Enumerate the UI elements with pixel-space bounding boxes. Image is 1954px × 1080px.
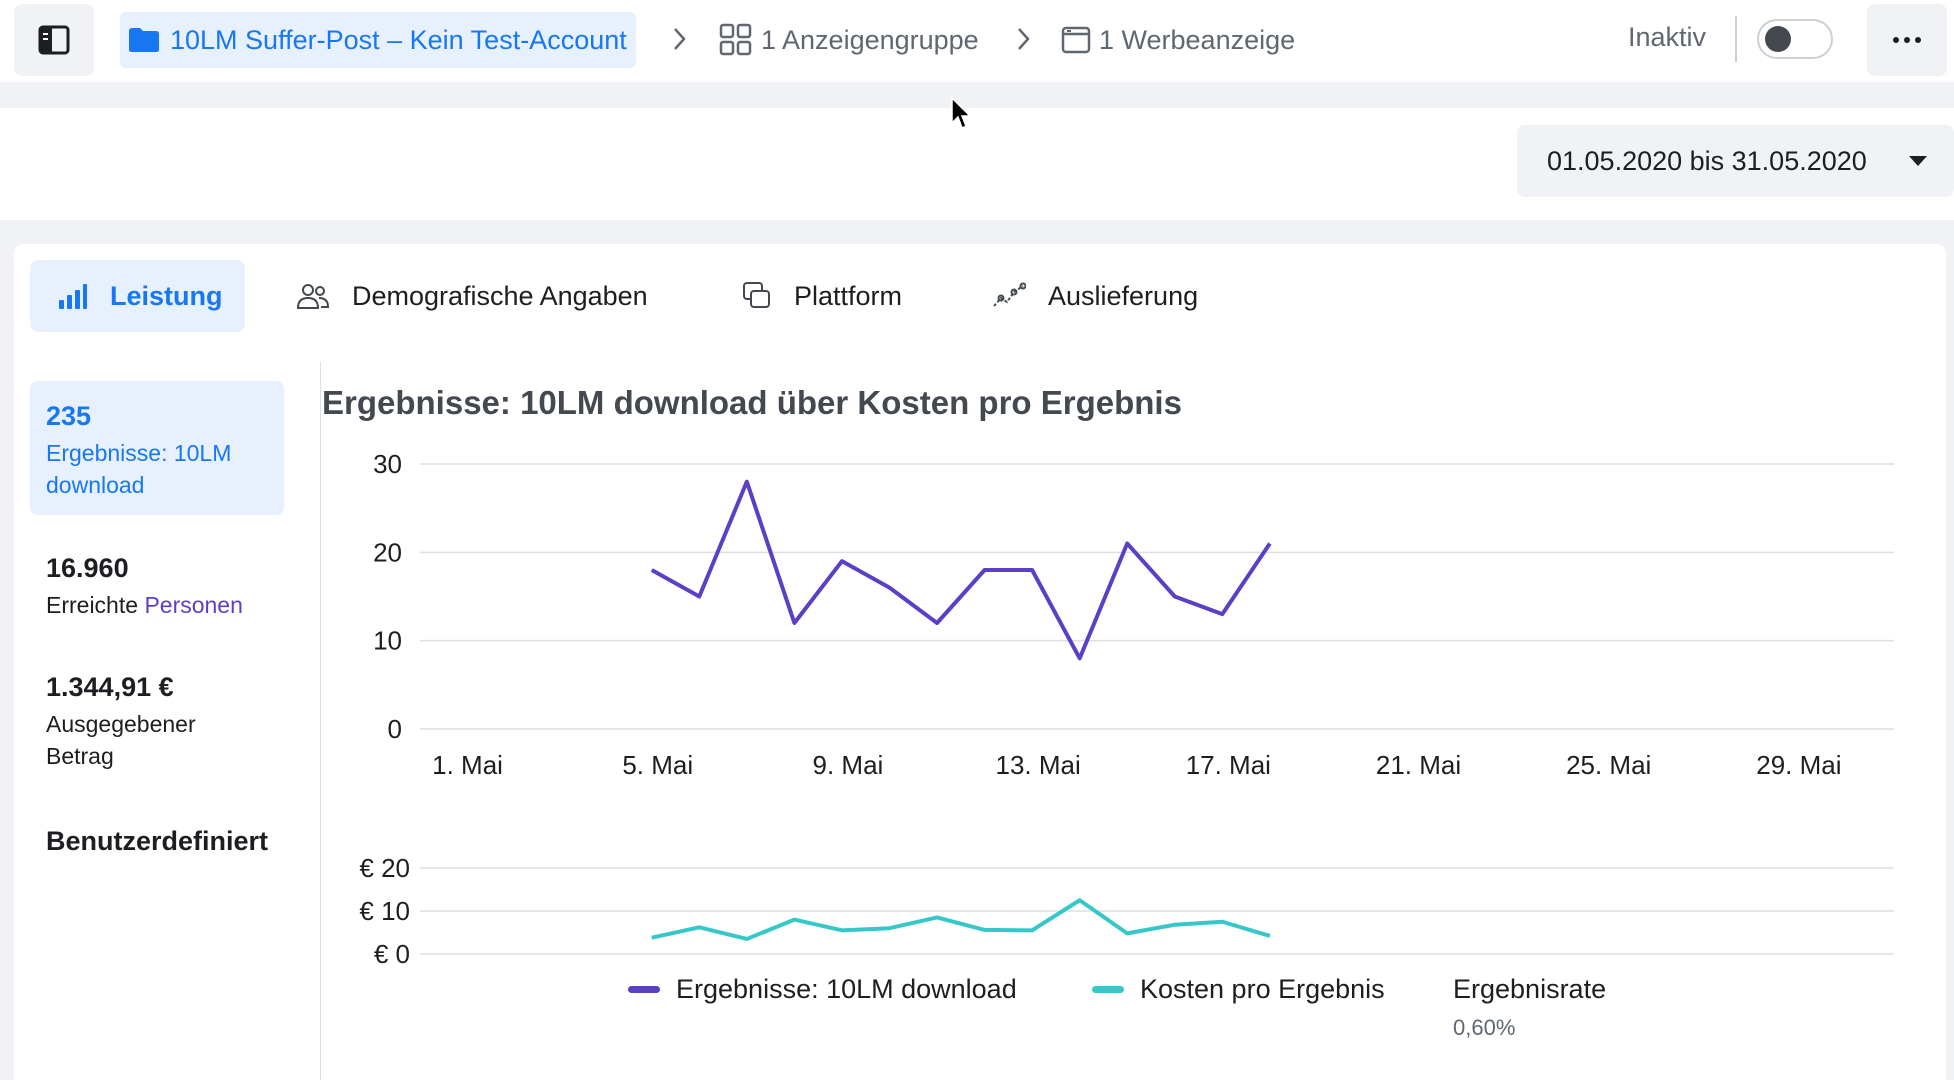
active-toggle[interactable]: [1757, 19, 1833, 59]
status-label: Inaktiv: [1628, 22, 1707, 52]
people-icon: [296, 284, 330, 309]
x-tick-label: 25. Mai: [1566, 750, 1651, 780]
legend-results: Ergebnisse: 10LM download: [628, 974, 1017, 1005]
legend-cost-label: Kosten pro Ergebnis: [1140, 974, 1385, 1004]
chevron-right-icon: [1018, 28, 1030, 50]
divider: [1735, 16, 1737, 62]
delivery-icon: [993, 282, 1026, 307]
x-tick-label: 21. Mai: [1376, 750, 1461, 780]
more-options-button[interactable]: [1867, 4, 1947, 76]
tab-leistung[interactable]: Leistung: [30, 260, 245, 332]
tab-label: Leistung: [110, 280, 223, 311]
metric-reach-value: 16.960: [46, 553, 129, 583]
x-tick-label: 1. Mai: [432, 750, 503, 780]
y-tick-label: € 20: [359, 853, 410, 883]
legend-swatch: [1092, 986, 1124, 993]
y-tick-label: 30: [373, 449, 402, 479]
x-tick-label: 5. Mai: [622, 750, 693, 780]
metric-custom-button[interactable]: Benutzerdefiniert: [46, 826, 268, 857]
sidebar-toggle-button[interactable]: [14, 4, 94, 76]
x-tick-label: 29. Mai: [1756, 750, 1841, 780]
result-rate-label: Ergebnisrate: [1453, 974, 1607, 1004]
metric-spend-value: 1.344,91 €: [46, 672, 174, 702]
platform-icon: [743, 282, 770, 308]
date-range-label: 01.05.2020 bis 31.05.2020: [1547, 145, 1867, 176]
tab-auslieferung[interactable]: Auslieferung: [992, 260, 1198, 332]
x-tick-label: 13. Mai: [995, 750, 1080, 780]
legend-swatch: [628, 986, 660, 993]
cost-series-line: [651, 898, 1271, 941]
y-tick-label: 0: [388, 714, 402, 744]
breadcrumb-campaign[interactable]: 10LM Suffer-Post – Kein Test-Account: [120, 12, 636, 68]
chart-title: Ergebnisse: 10LM download über Kosten pr…: [322, 384, 1182, 421]
tab-label: Auslieferung: [1048, 280, 1199, 311]
chevron-right-icon: [674, 28, 686, 50]
more-dots-icon: [1893, 37, 1921, 43]
tab-demografische-angaben[interactable]: Demografische Angaben: [296, 260, 648, 332]
y-tick-label: 20: [373, 537, 402, 567]
folder-icon: [129, 28, 159, 52]
metric-spend-label: Ausgegebener Betrag: [46, 711, 196, 769]
y-tick-label: 10: [373, 626, 402, 656]
results-series-line: [650, 479, 1272, 661]
insights-card: Leistung Demografische Angaben Plattform…: [14, 244, 1946, 1080]
breadcrumb-ad[interactable]: 1 Werbeanzeige: [1061, 12, 1295, 68]
bar-chart-icon: [59, 284, 87, 309]
x-tick-label: 9. Mai: [813, 750, 884, 780]
caret-down-icon: [1909, 156, 1927, 166]
y-tick-label: € 10: [359, 896, 410, 926]
breadcrumb-campaign-label: 10LM Suffer-Post – Kein Test-Account: [170, 24, 627, 55]
metric-results-value: 235: [46, 401, 92, 431]
x-tick-label: 17. Mai: [1186, 750, 1271, 780]
result-rate-value: 0,60%: [1453, 1015, 1516, 1040]
metric-reach-label[interactable]: Erreichte Personen: [46, 589, 243, 621]
top-bar: 10LM Suffer-Post – Kein Test-Account 1 A…: [0, 0, 1954, 82]
y-tick-label: € 0: [374, 939, 410, 964]
breadcrumb-adset[interactable]: 1 Anzeigengruppe: [719, 12, 979, 68]
breadcrumb-adset-label: 1 Anzeigengruppe: [761, 24, 979, 55]
sidebar-icon: [38, 25, 70, 55]
grid-icon: [719, 23, 752, 56]
tab-plattform[interactable]: Plattform: [742, 260, 902, 332]
metric-results-label: Ergebnisse: 10LM download: [46, 440, 232, 498]
legend-results-label: Ergebnisse: 10LM download: [676, 974, 1017, 1004]
tab-label: Plattform: [794, 280, 903, 311]
ad-window-icon: [1061, 26, 1091, 54]
toggle-knob: [1765, 26, 1791, 52]
legend-cost: Kosten pro Ergebnis: [1092, 974, 1385, 1005]
performance-chart: 0 10 20 30 1. Mai 5. Mai 9. Mai 13. Mai 17. Mai 2…: [359, 449, 1894, 964]
date-bar: 01.05.2020 bis 31.05.2020: [0, 108, 1954, 220]
date-range-picker[interactable]: 01.05.2020 bis 31.05.2020: [1517, 125, 1954, 197]
personen-link[interactable]: Personen: [144, 592, 242, 618]
breadcrumb-ad-label: 1 Werbeanzeige: [1099, 24, 1296, 55]
mouse-cursor-icon: [951, 97, 972, 130]
tab-label: Demografische Angaben: [352, 280, 648, 311]
